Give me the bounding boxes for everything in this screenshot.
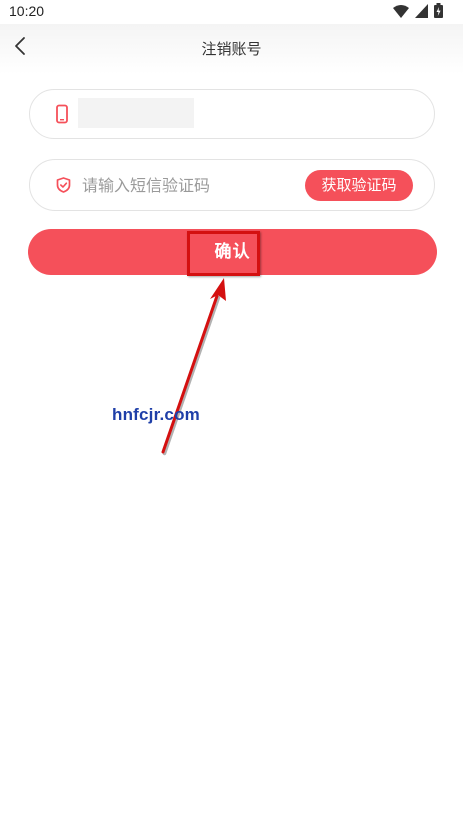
phone-icon [56, 104, 68, 124]
page-title: 注销账号 [201, 40, 262, 58]
confirm-label: 确认 [214, 242, 251, 262]
status-time: 10:20 [9, 3, 45, 19]
sms-code-field[interactable]: 获取验证码 [29, 159, 435, 211]
phone-input[interactable] [78, 98, 194, 128]
get-code-button[interactable]: 获取验证码 [305, 170, 413, 201]
signal-icon [415, 3, 428, 22]
watermark: hnfcjr.com [112, 405, 200, 424]
shield-icon [56, 177, 71, 193]
nav-bar: 注销账号 [0, 24, 463, 74]
phone-field[interactable] [29, 89, 435, 139]
wifi-icon [393, 3, 409, 22]
battery-icon [434, 2, 443, 22]
status-icons [393, 2, 443, 22]
status-bar: 10:20 [0, 0, 463, 24]
confirm-button[interactable]: 确认 [28, 229, 437, 275]
sms-code-input[interactable] [82, 172, 292, 198]
